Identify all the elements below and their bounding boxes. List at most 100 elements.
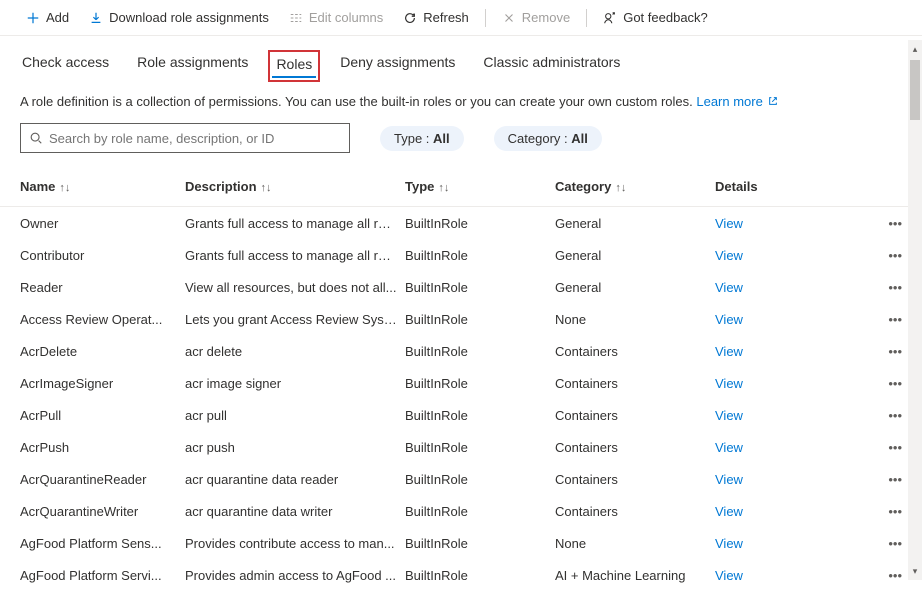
cell-description: Grants full access to manage all res... (185, 248, 405, 263)
cell-name: AcrQuarantineReader (20, 472, 185, 487)
cell-category: Containers (555, 376, 715, 391)
table-row[interactable]: AgFood Platform Sens...Provides contribu… (0, 527, 922, 559)
cell-category: None (555, 536, 715, 551)
cell-description: Grants full access to manage all res... (185, 216, 405, 231)
cell-description: acr delete (185, 344, 405, 359)
view-link[interactable]: View (715, 472, 743, 487)
col-header-description[interactable]: Description↑↓ (185, 179, 405, 194)
view-link[interactable]: View (715, 536, 743, 551)
cell-name: Contributor (20, 248, 185, 263)
col-header-type[interactable]: Type↑↓ (405, 179, 555, 194)
download-icon (89, 11, 103, 25)
scrollbar[interactable]: ▴ ▾ (908, 40, 922, 580)
cell-category: General (555, 216, 715, 231)
cell-name: AcrQuarantineWriter (20, 504, 185, 519)
table-row[interactable]: AcrPushacr pushBuiltInRoleContainersView… (0, 431, 922, 463)
cell-name: Owner (20, 216, 185, 231)
view-link[interactable]: View (715, 216, 743, 231)
view-link[interactable]: View (715, 248, 743, 263)
cell-type: BuiltInRole (405, 408, 555, 423)
table-row[interactable]: ReaderView all resources, but does not a… (0, 271, 922, 303)
cell-type: BuiltInRole (405, 280, 555, 295)
row-actions-icon[interactable]: ••• (825, 216, 902, 231)
row-actions-icon[interactable]: ••• (825, 344, 902, 359)
plus-icon (26, 11, 40, 25)
col-header-details: Details (715, 179, 825, 194)
tab-check-access[interactable]: Check access (20, 48, 111, 80)
cell-type: BuiltInRole (405, 216, 555, 231)
row-actions-icon[interactable]: ••• (825, 280, 902, 295)
table-row[interactable]: AcrQuarantineReaderacr quarantine data r… (0, 463, 922, 495)
scroll-down-icon[interactable]: ▾ (908, 564, 922, 578)
tab-deny-assignments[interactable]: Deny assignments (338, 48, 457, 80)
view-link[interactable]: View (715, 312, 743, 327)
cell-category: Containers (555, 504, 715, 519)
view-link[interactable]: View (715, 408, 743, 423)
row-actions-icon[interactable]: ••• (825, 440, 902, 455)
row-actions-icon[interactable]: ••• (825, 248, 902, 263)
view-link[interactable]: View (715, 376, 743, 391)
cell-description: Provides contribute access to man... (185, 536, 405, 551)
remove-button-label: Remove (522, 10, 570, 25)
cell-name: AgFood Platform Sens... (20, 536, 185, 551)
cell-category: Containers (555, 408, 715, 423)
cell-description: Provides admin access to AgFood ... (185, 568, 405, 583)
cell-category: None (555, 312, 715, 327)
cell-type: BuiltInRole (405, 568, 555, 583)
view-link[interactable]: View (715, 344, 743, 359)
row-actions-icon[interactable]: ••• (825, 312, 902, 327)
view-link[interactable]: View (715, 568, 743, 583)
add-button[interactable]: Add (18, 6, 77, 29)
cell-type: BuiltInRole (405, 440, 555, 455)
row-actions-icon[interactable]: ••• (825, 408, 902, 423)
edit-columns-label: Edit columns (309, 10, 383, 25)
table-row[interactable]: AcrPullacr pullBuiltInRoleContainersView… (0, 399, 922, 431)
cell-category: General (555, 248, 715, 263)
cell-type: BuiltInRole (405, 504, 555, 519)
table-row[interactable]: Access Review Operat...Lets you grant Ac… (0, 303, 922, 335)
col-header-name[interactable]: Name↑↓ (20, 179, 185, 194)
row-actions-icon[interactable]: ••• (825, 568, 902, 583)
type-filter-pill[interactable]: Type : All (380, 126, 464, 151)
table-row[interactable]: AgFood Platform Servi...Provides admin a… (0, 559, 922, 591)
cell-category: General (555, 280, 715, 295)
category-filter-pill[interactable]: Category : All (494, 126, 602, 151)
refresh-button[interactable]: Refresh (395, 6, 477, 29)
feedback-button[interactable]: Got feedback? (595, 6, 716, 29)
download-button[interactable]: Download role assignments (81, 6, 277, 29)
row-actions-icon[interactable]: ••• (825, 536, 902, 551)
download-button-label: Download role assignments (109, 10, 269, 25)
scrollbar-thumb[interactable] (910, 60, 920, 120)
table-row[interactable]: AcrQuarantineWriteracr quarantine data w… (0, 495, 922, 527)
learn-more-link[interactable]: Learn more (696, 94, 778, 109)
filter-row: Type : All Category : All (0, 123, 922, 167)
cell-description: Lets you grant Access Review Syste... (185, 312, 405, 327)
row-actions-icon[interactable]: ••• (825, 472, 902, 487)
sort-icon: ↑↓ (615, 182, 626, 194)
table-body: OwnerGrants full access to manage all re… (0, 207, 922, 591)
cell-name: AcrPull (20, 408, 185, 423)
remove-icon (502, 11, 516, 25)
tab-roles[interactable]: Roles (268, 50, 320, 82)
table-row[interactable]: AcrDeleteacr deleteBuiltInRoleContainers… (0, 335, 922, 367)
row-actions-icon[interactable]: ••• (825, 504, 902, 519)
view-link[interactable]: View (715, 280, 743, 295)
view-link[interactable]: View (715, 504, 743, 519)
search-box[interactable] (20, 123, 350, 153)
cell-type: BuiltInRole (405, 376, 555, 391)
tab-classic-admins[interactable]: Classic administrators (481, 48, 622, 80)
table-row[interactable]: OwnerGrants full access to manage all re… (0, 207, 922, 239)
table-row[interactable]: AcrImageSigneracr image signerBuiltInRol… (0, 367, 922, 399)
scroll-up-icon[interactable]: ▴ (908, 42, 922, 56)
row-actions-icon[interactable]: ••• (825, 376, 902, 391)
search-input[interactable] (49, 131, 341, 146)
tabs: Check access Role assignments Roles Deny… (0, 36, 922, 80)
cell-type: BuiltInRole (405, 344, 555, 359)
cell-name: Reader (20, 280, 185, 295)
search-icon (29, 131, 43, 145)
view-link[interactable]: View (715, 440, 743, 455)
tab-role-assignments[interactable]: Role assignments (135, 48, 250, 80)
table-row[interactable]: ContributorGrants full access to manage … (0, 239, 922, 271)
col-header-category[interactable]: Category↑↓ (555, 179, 715, 194)
category-filter-label: Category : (508, 131, 572, 146)
